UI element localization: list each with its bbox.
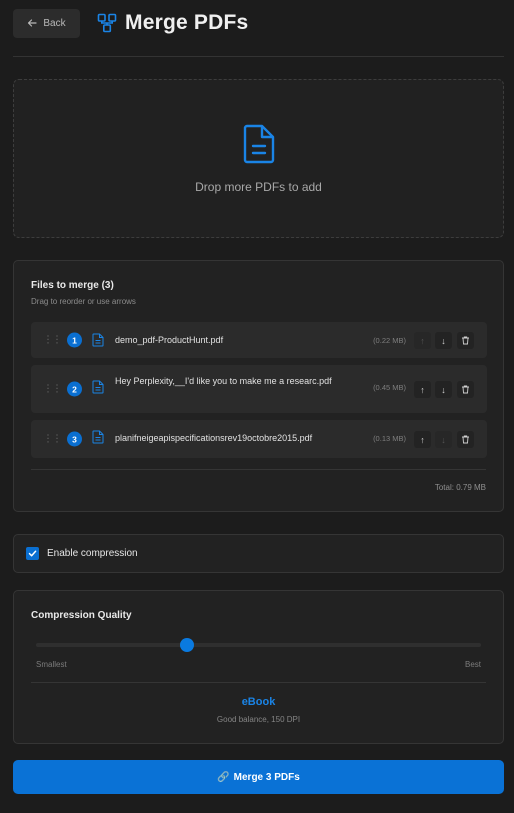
files-to-merge-card: Files to merge (3) Drag to reorder or us… — [13, 260, 504, 512]
slider-max-label: Best — [464, 660, 481, 669]
files-subtitle: Drag to reorder or use arrows — [31, 297, 136, 306]
drag-handle-icon[interactable]: ⋮⋮ — [43, 384, 62, 395]
arrow-up-icon: ↑ — [420, 434, 425, 445]
file-row[interactable]: ⋮⋮ 3 planifneigeapispecificationsrev19oc… — [31, 420, 487, 458]
move-up-button[interactable]: ↑ — [414, 332, 431, 349]
trash-icon — [462, 336, 469, 345]
move-down-button[interactable]: ↓ — [435, 431, 452, 448]
file-index-badge: 2 — [67, 381, 82, 397]
check-icon — [28, 550, 37, 557]
compression-label[interactable]: Enable compression — [47, 548, 138, 559]
quality-title: Compression Quality — [31, 610, 132, 621]
trash-icon — [462, 435, 469, 444]
merge-button-label: Merge 3 PDFs — [233, 771, 300, 783]
total-size: Total: 0.79 MB — [434, 483, 486, 492]
header: Back Merge PDFs — [13, 8, 504, 38]
merge-button[interactable]: 🔗 Merge 3 PDFs — [13, 760, 504, 794]
drag-handle-icon[interactable]: ⋮⋮ — [43, 434, 62, 445]
file-index-badge: 1 — [67, 332, 82, 348]
quality-slider-thumb[interactable] — [180, 638, 195, 652]
files-divider — [31, 469, 486, 470]
file-size: (0.45 MB) — [373, 383, 406, 392]
file-size: (0.13 MB) — [373, 434, 406, 443]
move-down-button[interactable]: ↓ — [435, 332, 452, 349]
file-name: Hey Perplexity,__I'd like you to make me… — [115, 376, 332, 386]
file-icon — [92, 333, 104, 347]
dropzone-text: Drop more PDFs to add — [195, 180, 322, 194]
link-icon: 🔗 — [217, 771, 230, 783]
delete-file-button[interactable] — [457, 431, 474, 448]
back-button[interactable]: Back — [13, 8, 80, 38]
file-icon — [92, 430, 104, 444]
compression-checkbox[interactable] — [26, 547, 39, 560]
file-index-badge: 3 — [67, 431, 82, 447]
drag-handle-icon[interactable]: ⋮⋮ — [43, 335, 62, 346]
trash-icon — [462, 385, 469, 394]
quality-slider[interactable] — [36, 638, 481, 652]
quality-divider — [31, 682, 486, 683]
arrow-down-icon: ↓ — [441, 335, 446, 346]
file-icon — [92, 380, 104, 394]
quality-preset-description: Good balance, 150 DPI — [216, 715, 301, 724]
file-name: demo_pdf-ProductHunt.pdf — [115, 335, 224, 345]
compression-toggle-card: Enable compression — [13, 534, 504, 573]
move-up-button[interactable]: ↑ — [414, 431, 431, 448]
arrow-up-icon: ↑ — [420, 384, 425, 395]
file-row[interactable]: ⋮⋮ 2 Hey Perplexity,__I'd like you to ma… — [31, 365, 487, 413]
pdf-dropzone[interactable]: Drop more PDFs to add — [13, 79, 504, 238]
quality-preset-name: eBook — [241, 696, 276, 708]
document-icon — [243, 124, 274, 164]
header-divider — [13, 56, 504, 57]
arrow-left-icon — [28, 19, 37, 27]
move-down-button[interactable]: ↓ — [435, 381, 452, 398]
file-size: (0.22 MB) — [373, 336, 406, 345]
move-up-button[interactable]: ↑ — [414, 381, 431, 398]
delete-file-button[interactable] — [457, 381, 474, 398]
files-title: Files to merge (3) — [31, 280, 114, 291]
arrow-down-icon: ↓ — [441, 384, 446, 395]
back-label: Back — [43, 17, 66, 29]
file-name: planifneigeapispecificationsrev19octobre… — [115, 433, 313, 443]
slider-min-label: Smallest — [36, 660, 67, 669]
delete-file-button[interactable] — [457, 332, 474, 349]
merge-icon — [97, 13, 117, 33]
compression-quality-card: Compression Quality Smallest Best eBook … — [13, 590, 504, 744]
page-title: Merge PDFs — [125, 11, 249, 34]
arrow-down-icon: ↓ — [441, 434, 446, 445]
arrow-up-icon: ↑ — [420, 335, 425, 346]
file-row[interactable]: ⋮⋮ 1 demo_pdf-ProductHunt.pdf (0.22 MB) … — [31, 322, 487, 358]
